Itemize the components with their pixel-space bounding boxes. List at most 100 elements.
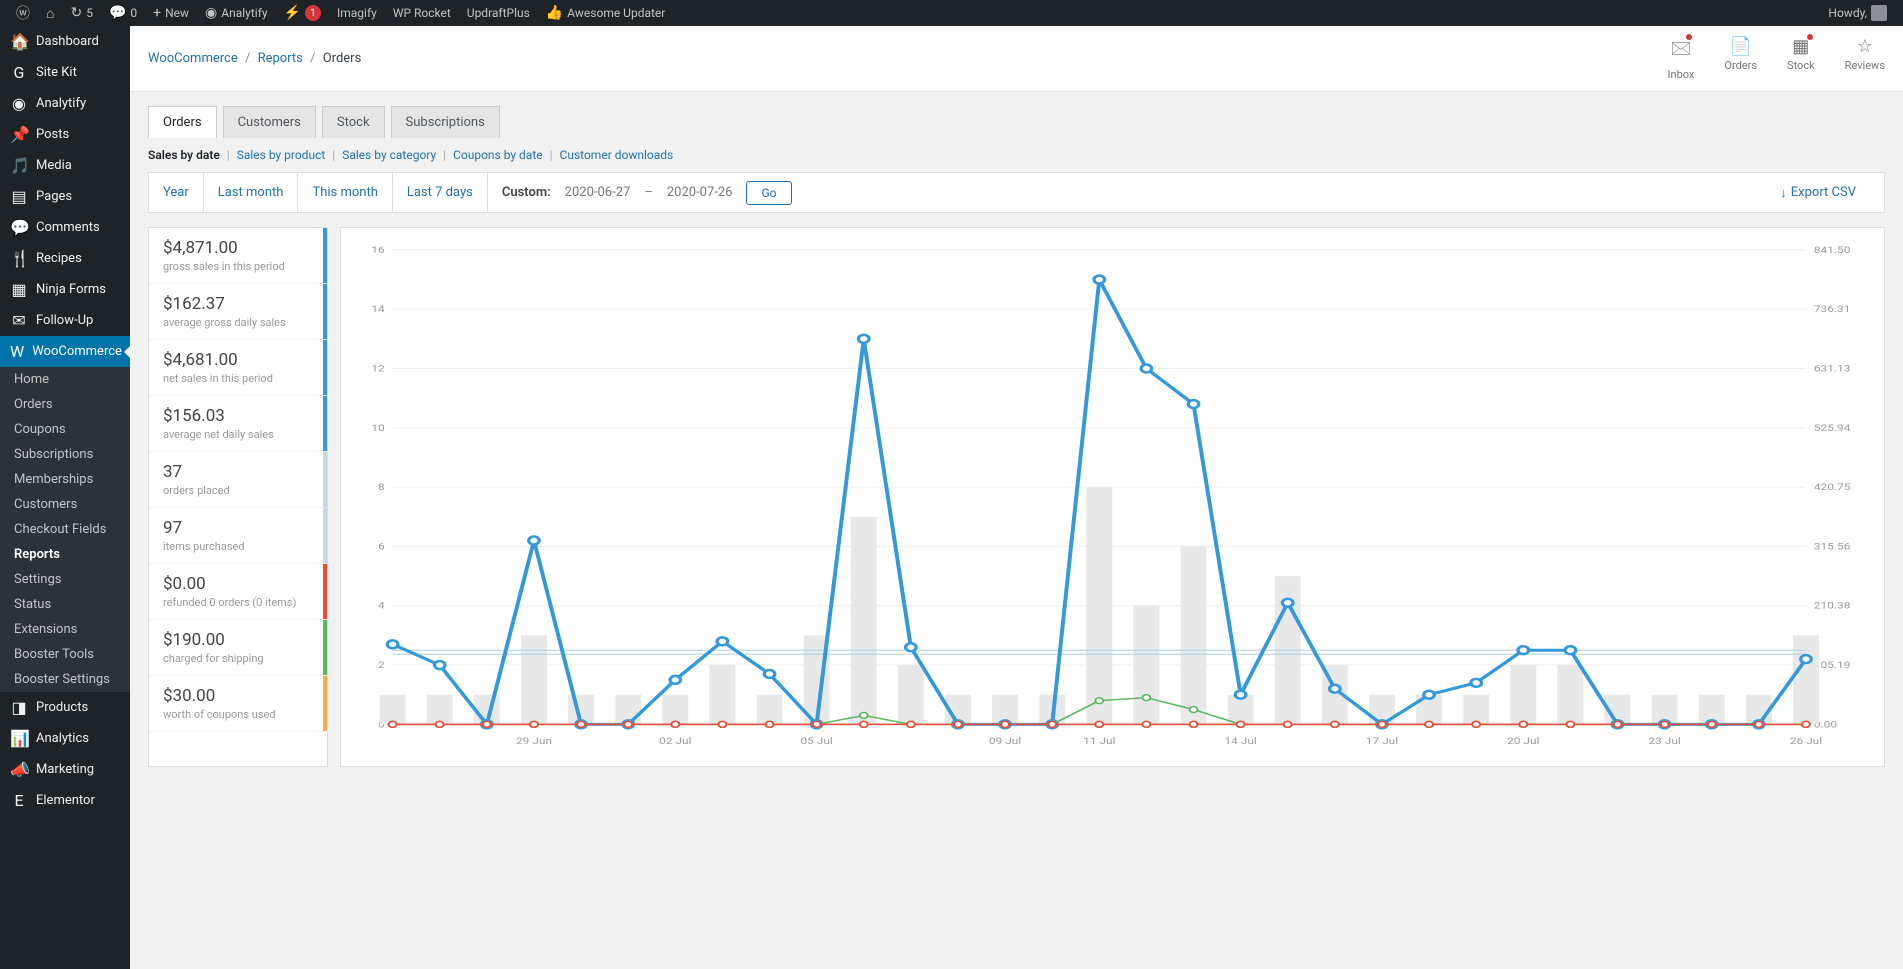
sub-memberships[interactable]: Memberships <box>0 467 130 492</box>
svg-text:23 Jul: 23 Jul <box>1648 736 1680 747</box>
svg-text:05 Jul: 05 Jul <box>800 736 832 747</box>
menu-dashboard[interactable]: 🏠Dashboard <box>0 26 130 57</box>
sub-home[interactable]: Home <box>0 367 130 392</box>
panel-orders[interactable]: 📄Orders <box>1724 36 1757 81</box>
mail-icon: ✉ <box>10 311 28 330</box>
sub-reports[interactable]: Reports <box>0 542 130 567</box>
legend-item[interactable]: 37orders placed <box>149 452 327 508</box>
comment-icon: 💬 <box>109 5 126 21</box>
panel-stock[interactable]: ▦Stock <box>1787 36 1815 81</box>
panel-label: Reviews <box>1845 59 1885 72</box>
comments[interactable]: 💬0 <box>101 5 145 21</box>
sub-booster-settings[interactable]: Booster Settings <box>0 667 130 692</box>
legend-desc: orders placed <box>163 484 313 497</box>
menu-comments[interactable]: 💬Comments <box>0 212 130 243</box>
pin-icon: 📌 <box>10 125 28 144</box>
menu-posts[interactable]: 📌Posts <box>0 119 130 150</box>
new-content[interactable]: +New <box>145 5 197 21</box>
legend-item[interactable]: $162.37average gross daily sales <box>149 284 327 340</box>
legend-item[interactable]: $4,871.00gross sales in this period <box>149 228 327 284</box>
awesome-updater[interactable]: 👍 Awesome Updater <box>538 5 674 21</box>
menu-followup[interactable]: ✉Follow-Up <box>0 305 130 336</box>
megaphone-icon: 📣 <box>10 760 28 779</box>
svg-text:16: 16 <box>371 244 384 255</box>
sub-settings[interactable]: Settings <box>0 567 130 592</box>
home-icon: ⌂ <box>46 5 54 22</box>
menu-analytify[interactable]: ◉Analytify <box>0 88 130 119</box>
legend-stripe <box>323 676 327 731</box>
legend-item[interactable]: $30.00worth of coupons used <box>149 676 327 732</box>
subnav-sales-by-product[interactable]: Sales by product <box>237 148 326 162</box>
svg-text:2: 2 <box>378 660 385 671</box>
legend-item[interactable]: $190.00charged for shipping <box>149 620 327 676</box>
star-icon: ☆ <box>1857 36 1873 57</box>
crumb-reports[interactable]: Reports <box>258 51 303 66</box>
legend-item[interactable]: $156.03average net daily sales <box>149 396 327 452</box>
awesome-label: Awesome Updater <box>567 6 665 20</box>
menu-analytics[interactable]: 📊Analytics <box>0 723 130 754</box>
export-csv[interactable]: ↓Export CSV <box>1780 185 1856 201</box>
legend-item[interactable]: $0.00refunded 0 orders (0 items) <box>149 564 327 620</box>
panel-reviews[interactable]: ☆ Reviews <box>1845 36 1885 81</box>
menu-ninjaforms[interactable]: ▦Ninja Forms <box>0 274 130 305</box>
subnav-customer-downloads[interactable]: Customer downloads <box>560 148 674 162</box>
menu-recipes[interactable]: 🍴Recipes <box>0 243 130 274</box>
menu-label: Site Kit <box>36 65 77 80</box>
orders-icon: 📄 <box>1730 36 1752 57</box>
date-from[interactable]: 2020-06-27 <box>565 185 631 200</box>
range-last-month[interactable]: Last month <box>204 173 299 212</box>
sub-coupons[interactable]: Coupons <box>0 417 130 442</box>
analytify-notif[interactable]: ⚡1 <box>276 5 329 21</box>
subnav-sales-by-date[interactable]: Sales by date <box>148 148 220 162</box>
updraft-label: UpdraftPlus <box>467 6 530 20</box>
sub-subscriptions[interactable]: Subscriptions <box>0 442 130 467</box>
crumb-sep: / <box>310 51 315 66</box>
sub-customers[interactable]: Customers <box>0 492 130 517</box>
crumb-woocommerce[interactable]: WooCommerce <box>148 51 238 66</box>
sub-booster-tools[interactable]: Booster Tools <box>0 642 130 667</box>
subnav-coupons-by-date[interactable]: Coupons by date <box>453 148 543 162</box>
sub-extensions[interactable]: Extensions <box>0 617 130 642</box>
panel-inbox[interactable]: 🖂Inbox <box>1668 36 1695 81</box>
imagify-toolbar[interactable]: Imagify <box>329 6 385 20</box>
tab-customers[interactable]: Customers <box>223 106 316 138</box>
tab-subscriptions[interactable]: Subscriptions <box>391 106 500 138</box>
legend-item[interactable]: $4,681.00net sales in this period <box>149 340 327 396</box>
my-account[interactable]: Howdy, <box>1820 5 1895 21</box>
menu-marketing[interactable]: 📣Marketing <box>0 754 130 785</box>
menu-woocommerce[interactable]: WWooCommerce <box>0 336 130 367</box>
range-last-7-days[interactable]: Last 7 days <box>393 173 488 212</box>
sub-orders[interactable]: Orders <box>0 392 130 417</box>
wprocket-toolbar[interactable]: WP Rocket <box>385 6 459 20</box>
site-home[interactable]: ⌂ <box>38 5 62 22</box>
menu-media[interactable]: 🎵Media <box>0 150 130 181</box>
tab-orders[interactable]: Orders <box>148 106 217 138</box>
dashboard-icon: 🏠 <box>10 32 28 51</box>
wp-logo[interactable]: ⓦ <box>8 3 38 23</box>
svg-text:8: 8 <box>378 482 385 493</box>
analytics-icon: ◉ <box>10 94 28 113</box>
date-to[interactable]: 2020-07-26 <box>667 185 733 200</box>
legend-value: 97 <box>163 518 313 538</box>
range-this-month[interactable]: This month <box>298 173 392 212</box>
svg-text:10: 10 <box>371 422 384 433</box>
subnav-sales-by-category[interactable]: Sales by category <box>342 148 436 162</box>
go-button[interactable]: Go <box>746 181 791 205</box>
panel-label: Inbox <box>1668 68 1695 81</box>
thumbsup-icon: 👍 <box>546 5 563 21</box>
menu-products[interactable]: ◨Products <box>0 692 130 723</box>
range-year[interactable]: Year <box>149 173 204 212</box>
updates[interactable]: ↻5 <box>62 5 100 21</box>
menu-sitekit[interactable]: GSite Kit <box>0 57 130 88</box>
sub-status[interactable]: Status <box>0 592 130 617</box>
sub-checkout-fields[interactable]: Checkout Fields <box>0 517 130 542</box>
updraft-toolbar[interactable]: UpdraftPlus <box>459 6 538 20</box>
tab-stock[interactable]: Stock <box>322 106 385 138</box>
menu-elementor[interactable]: EElementor <box>0 785 130 816</box>
legend-item[interactable]: 97items purchased <box>149 508 327 564</box>
svg-text:29 Jun: 29 Jun <box>516 736 552 747</box>
analytify-toolbar[interactable]: ◉Analytify <box>197 5 276 21</box>
menu-label: Products <box>36 700 88 715</box>
panel-label: Stock <box>1787 59 1815 72</box>
menu-pages[interactable]: ▤Pages <box>0 181 130 212</box>
